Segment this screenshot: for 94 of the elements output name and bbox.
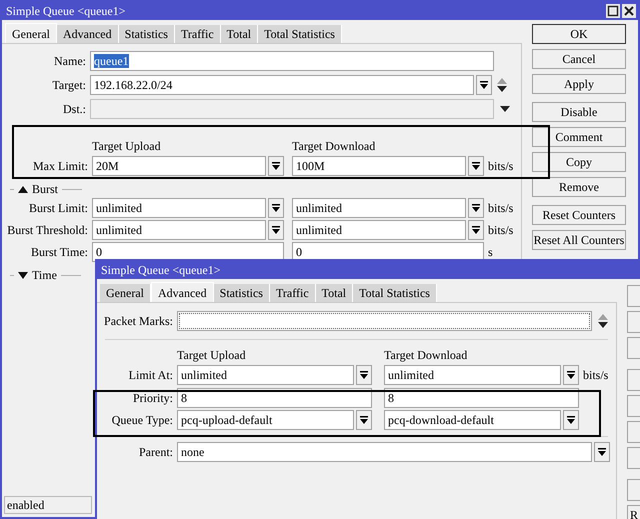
dropdown-button[interactable] <box>268 198 284 218</box>
dropdown-arrow-icon <box>472 226 480 234</box>
field-label: Burst Limit: <box>28 200 89 217</box>
tab[interactable]: Statistics <box>118 25 175 43</box>
tab[interactable]: Total <box>316 284 354 302</box>
dropdown-arrow-icon <box>480 81 488 89</box>
text-field[interactable]: unlimited <box>177 365 354 386</box>
text-field[interactable]: 8 <box>384 388 579 408</box>
column-heading: Target Upload <box>92 138 162 155</box>
dialog-button[interactable]: Reset Counters <box>532 205 626 225</box>
field-label: Burst Time: <box>30 244 89 261</box>
tab[interactable]: General <box>5 23 57 43</box>
tab[interactable]: Statistics <box>214 284 270 302</box>
field-label: Packet Marks: <box>103 313 174 330</box>
window-title: Simple Queue <queue1> <box>101 262 221 279</box>
dropdown-button[interactable] <box>476 75 492 95</box>
field-label: Priority: <box>132 390 174 407</box>
tab[interactable]: Traffic <box>174 25 221 43</box>
unit-label: bits/s <box>488 158 514 175</box>
dropdown-arrow-icon <box>360 416 368 424</box>
dropdown-button[interactable] <box>563 365 579 386</box>
collapse-arrow-icon[interactable] <box>18 186 28 192</box>
text-field[interactable]: none <box>177 442 592 462</box>
dropdown-arrow-icon <box>472 204 480 212</box>
text-field[interactable]: 20M <box>92 156 266 176</box>
status-bar: enabled <box>4 496 92 514</box>
field-label: Max Limit: <box>32 158 89 175</box>
dropdown-arrow-icon <box>598 448 606 456</box>
dropdown-button[interactable] <box>268 220 284 240</box>
tab[interactable]: Advanced <box>56 25 119 43</box>
unit-label: bits/s <box>583 367 608 384</box>
text-field[interactable]: unlimited <box>92 220 266 240</box>
window-title: Simple Queue <queue1> <box>6 3 126 20</box>
column-heading: Target Download <box>384 347 468 364</box>
dialog-button[interactable]: Reset All Counters <box>532 230 626 250</box>
tab[interactable]: Traffic <box>270 284 316 302</box>
text-field[interactable]: unlimited <box>292 220 466 240</box>
dropdown-arrow-icon <box>567 371 575 380</box>
up-down-arrows-icon[interactable] <box>497 77 507 93</box>
dropdown-arrow-icon <box>567 416 575 424</box>
dropdown-arrow-icon <box>360 371 368 380</box>
field-label: Burst Threshold: <box>6 222 89 239</box>
unit-label: s <box>488 244 493 261</box>
dropdown-button[interactable] <box>468 220 484 240</box>
unit-label: bits/s <box>488 200 514 217</box>
field-label: Parent: <box>138 444 174 460</box>
text-field[interactable]: pcq-upload-default <box>177 410 354 430</box>
dropdown-button[interactable] <box>563 410 579 430</box>
text-field[interactable]: 100M <box>292 156 466 176</box>
field-label: Name: <box>53 53 87 70</box>
dropdown-button[interactable] <box>468 156 484 176</box>
close-icon[interactable] <box>622 4 636 18</box>
unit-label: bits/s <box>488 222 514 239</box>
tab[interactable]: Advanced <box>150 282 214 302</box>
tab[interactable]: General <box>100 284 151 302</box>
section-label: Burst <box>32 181 58 198</box>
dropdown-arrow-icon <box>272 204 280 212</box>
text-field[interactable]: unlimited <box>384 365 561 386</box>
dialog-button[interactable]: Comment <box>532 127 626 147</box>
dialog-button[interactable]: R <box>627 505 640 519</box>
column-heading: Target Upload <box>177 347 247 364</box>
field-label: Target: <box>51 77 87 94</box>
dropdown-button[interactable] <box>268 156 284 176</box>
dropdown-button[interactable] <box>468 198 484 218</box>
tab[interactable]: Total Statistics <box>258 25 342 43</box>
field-label: Queue Type: <box>110 412 174 430</box>
up-down-arrows-icon[interactable] <box>598 313 608 329</box>
dropdown-button[interactable] <box>594 442 610 462</box>
dialog-button[interactable]: OK <box>532 24 626 44</box>
dropdown-button[interactable] <box>356 365 372 386</box>
tab[interactable]: Total Statistics <box>353 284 437 302</box>
section-label: Time <box>32 267 57 284</box>
field-label: Limit At: <box>128 367 174 384</box>
text-field[interactable]: unlimited <box>292 198 466 218</box>
expand-arrow-icon[interactable] <box>18 272 28 278</box>
dropdown-arrow-icon <box>272 162 280 170</box>
dialog-button[interactable]: Disable <box>532 102 626 122</box>
dropdown-arrow-icon <box>472 162 480 170</box>
text-field[interactable]: 192.168.22.0/24 <box>90 75 474 95</box>
text-field[interactable] <box>177 311 592 331</box>
dialog-button[interactable]: Cancel <box>532 49 626 69</box>
maximize-icon[interactable] <box>606 4 620 18</box>
tab[interactable]: Total <box>220 25 258 43</box>
text-field[interactable]: unlimited <box>92 198 266 218</box>
dropdown-arrow-icon <box>272 226 280 234</box>
text-field[interactable]: pcq-download-default <box>384 410 561 430</box>
text-field[interactable]: queue1 <box>90 51 494 71</box>
dropdown-button[interactable] <box>356 410 372 430</box>
dialog-button[interactable]: Apply <box>532 74 626 94</box>
dialog-button[interactable]: Copy <box>532 152 626 172</box>
dialog-button[interactable]: Remove <box>532 177 626 197</box>
text-field[interactable]: 8 <box>177 388 372 408</box>
field-label: Dst.: <box>62 101 87 118</box>
column-heading: Target Download <box>292 138 376 155</box>
